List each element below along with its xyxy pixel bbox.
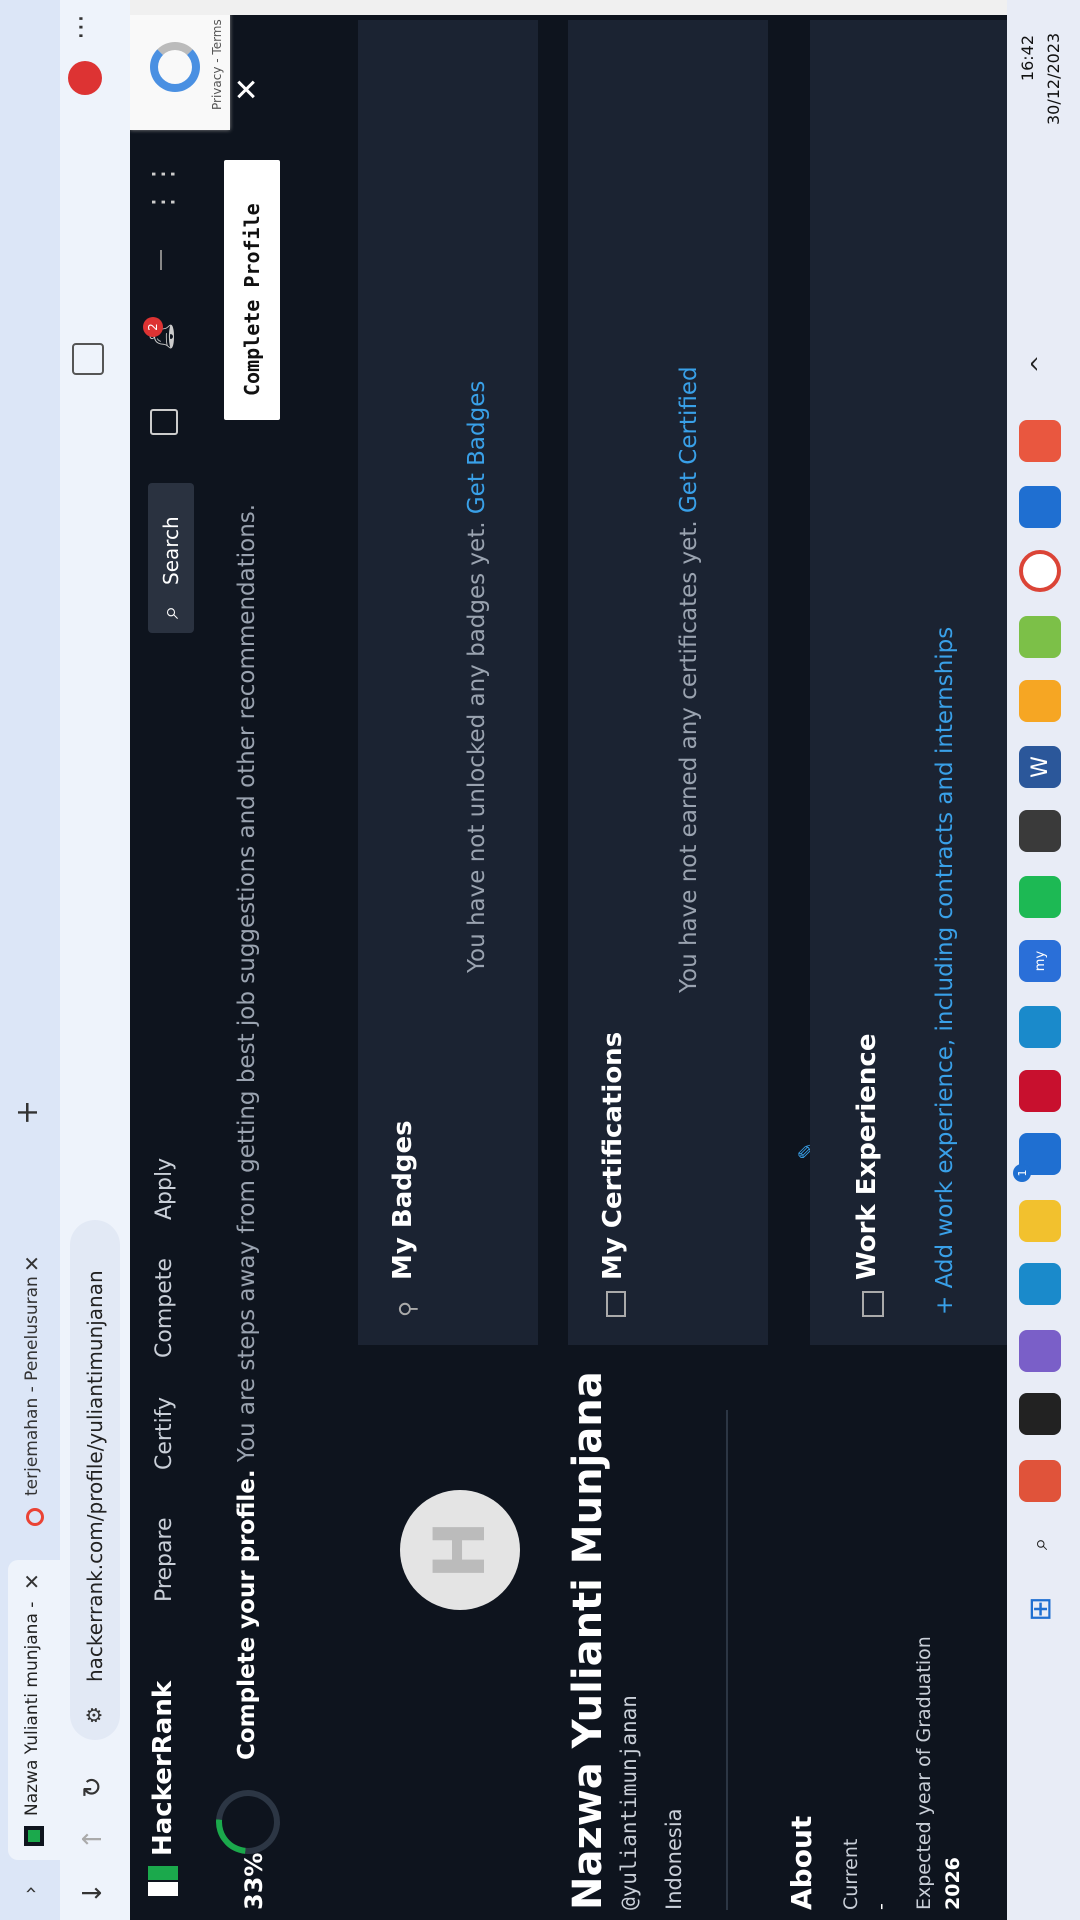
word-icon[interactable]: W bbox=[1019, 746, 1061, 788]
recaptcha-badge[interactable]: Privacy - Terms bbox=[130, 2, 230, 130]
recaptcha-text: Privacy - Terms bbox=[210, 19, 224, 110]
url-text[interactable]: hackerrank.com/profile/yuliantimunjanan bbox=[83, 1270, 107, 1682]
current-label: Current bbox=[840, 1838, 862, 1910]
graduation-label: Expected year of Graduation bbox=[913, 1636, 935, 1910]
notification-badge: 2 bbox=[143, 317, 163, 337]
nav-compete[interactable]: Compete bbox=[152, 1258, 177, 1358]
tab-title: terjemahan - Penelusuran Goog bbox=[22, 1276, 42, 1496]
badges-title: My Badges bbox=[388, 1120, 418, 1280]
tab-active[interactable]: Nazwa Yulianti munjana - yulian ✕ bbox=[8, 1560, 60, 1860]
google-icon bbox=[26, 1508, 44, 1526]
certificate-icon bbox=[606, 1291, 626, 1317]
volume-icon[interactable] bbox=[1019, 188, 1061, 230]
search-button[interactable]: ⌕ Search bbox=[148, 483, 194, 633]
app-icon-3[interactable] bbox=[1019, 486, 1061, 528]
windows-start-icon[interactable]: ⊞ bbox=[1019, 1588, 1061, 1630]
hackerrank-logo[interactable] bbox=[148, 1866, 178, 1896]
get-certified-link[interactable]: Get Certified bbox=[676, 366, 702, 513]
briefcase-icon bbox=[862, 1291, 884, 1317]
certifications-title: My Certifications bbox=[598, 1031, 628, 1280]
app-icon-2[interactable] bbox=[1019, 616, 1061, 658]
favorites-icon[interactable] bbox=[72, 343, 104, 375]
complete-profile-banner: 33% Complete your profile. You are steps… bbox=[200, 0, 300, 1920]
search-icon[interactable]: ⌕ bbox=[1019, 1523, 1061, 1565]
divider bbox=[160, 250, 162, 270]
reload-icon[interactable]: ↻ bbox=[78, 1776, 108, 1798]
weather-icon[interactable] bbox=[1019, 1006, 1061, 1048]
address-bar[interactable]: ⚙ hackerrank.com/profile/yuliantimunjana… bbox=[70, 1220, 120, 1740]
battery-icon[interactable] bbox=[1019, 143, 1061, 185]
browser-tab-strip: › Nazwa Yulianti munjana - yulian ✕ terj… bbox=[0, 0, 60, 1920]
onedrive-icon[interactable] bbox=[1019, 283, 1061, 325]
store-badge: 1 bbox=[1013, 1164, 1031, 1182]
teams-icon[interactable] bbox=[1019, 1330, 1061, 1372]
profile-username: @yuliantimunjanan bbox=[617, 1695, 641, 1910]
profile-percent: 33% bbox=[240, 1852, 268, 1910]
nav-apply[interactable]: Apply bbox=[152, 1158, 177, 1220]
work-experience-title: Work Experience bbox=[852, 1033, 882, 1280]
windows-taskbar: ⊞ ⌕ 1 my W ^ 16:42 30/12/2023 bbox=[1007, 0, 1080, 1920]
close-banner-icon[interactable]: ✕ bbox=[230, 77, 265, 102]
notification-center-icon[interactable] bbox=[1019, 0, 1061, 35]
nav-prepare[interactable]: Prepare bbox=[152, 1517, 177, 1602]
file-explorer-icon[interactable] bbox=[1019, 1200, 1061, 1242]
profile-name: Nazwa Yulianti Munjana bbox=[565, 1371, 611, 1910]
myhp-icon[interactable]: my bbox=[1019, 940, 1061, 982]
current-value: - bbox=[870, 1903, 892, 1910]
search-label: Search bbox=[159, 516, 183, 585]
hackerrank-icon bbox=[24, 1826, 44, 1846]
hackerrank-page: HackerRank Prepare Certify Compete Apply… bbox=[130, 0, 1007, 1920]
spotify-icon[interactable] bbox=[1019, 876, 1061, 918]
app-icon[interactable] bbox=[1019, 680, 1061, 722]
chrome-icon[interactable] bbox=[1019, 550, 1061, 592]
tab-title: Nazwa Yulianti munjana - yulian bbox=[22, 1596, 42, 1816]
nav-certify[interactable]: Certify bbox=[152, 1397, 177, 1470]
site-info-icon[interactable]: ⚙ bbox=[82, 1706, 106, 1724]
work-experience-card: Work Experience + Add work experience, i… bbox=[810, 20, 1007, 1345]
tab-actions-chevron-icon[interactable]: › bbox=[0, 1860, 60, 1920]
complete-profile-button[interactable]: Complete Profile bbox=[224, 160, 280, 420]
graduation-year: 2026 bbox=[942, 1857, 964, 1910]
close-tab-icon[interactable]: ✕ bbox=[20, 1573, 44, 1590]
apps-grid-icon[interactable]: ⋮⋮ bbox=[146, 160, 179, 216]
avatar[interactable] bbox=[68, 61, 102, 95]
profile-avatar: H bbox=[400, 1490, 520, 1610]
clock[interactable]: 16:42 30/12/2023 bbox=[1015, 33, 1075, 125]
vertical-scrollbar[interactable] bbox=[130, 0, 1007, 15]
recaptcha-icon bbox=[150, 42, 200, 92]
site-nav: HackerRank Prepare Certify Compete Apply… bbox=[130, 0, 200, 1920]
certifications-empty-text: You have not earned any certificates yet… bbox=[676, 366, 702, 993]
forward-icon[interactable]: ↑ bbox=[78, 1828, 108, 1850]
badge-icon: ⚲ bbox=[396, 1300, 421, 1317]
close-tab-icon[interactable]: ✕ bbox=[20, 1255, 44, 1272]
messages-icon[interactable] bbox=[150, 409, 178, 435]
task-view-icon[interactable] bbox=[1019, 1393, 1061, 1435]
about-title: About bbox=[785, 1815, 818, 1910]
profile-country: Indonesia bbox=[662, 1808, 686, 1910]
banner-text: Complete your profile. You are steps awa… bbox=[234, 503, 260, 1760]
brand-name[interactable]: HackerRank bbox=[148, 1681, 178, 1856]
tab-inactive[interactable]: terjemahan - Penelusuran Goog ✕ bbox=[8, 1240, 60, 1540]
badges-card: ⚲ My Badges You have not unlocked any ba… bbox=[358, 20, 538, 1345]
search-icon: ⌕ bbox=[156, 605, 184, 619]
copilot-icon[interactable] bbox=[1019, 1460, 1061, 1502]
mcafee-icon[interactable] bbox=[1019, 1070, 1061, 1112]
more-icon[interactable]: ⋯ bbox=[66, 14, 96, 40]
download-arrow-icon[interactable]: ↓ bbox=[78, 1882, 108, 1904]
app-icon-4[interactable] bbox=[1019, 420, 1061, 462]
new-tab-icon[interactable]: + bbox=[10, 1100, 45, 1125]
add-work-experience-link[interactable]: + Add work experience, including contrac… bbox=[932, 627, 958, 1315]
wifi-icon[interactable] bbox=[1019, 233, 1061, 275]
divider bbox=[726, 1410, 728, 1910]
browser-toolbar: ↓ ↑ ↻ ⚙ hackerrank.com/profile/yuliantim… bbox=[60, 0, 130, 1920]
badges-empty-text: You have not unlocked any badges yet. Ge… bbox=[464, 380, 490, 973]
edge-icon[interactable] bbox=[1019, 1263, 1061, 1305]
media-icon[interactable] bbox=[1019, 810, 1061, 852]
get-badges-link[interactable]: Get Badges bbox=[464, 381, 490, 515]
certifications-card: My Certifications You have not earned an… bbox=[568, 20, 768, 1345]
chevron-up-icon[interactable]: ^ bbox=[1019, 343, 1061, 385]
